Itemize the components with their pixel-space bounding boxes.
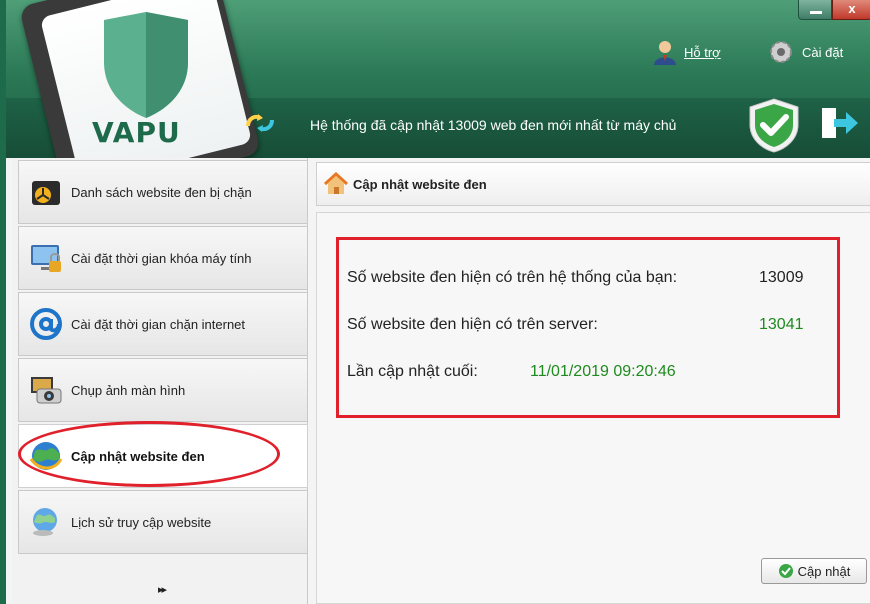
support-person-icon: [654, 41, 676, 65]
logout-icon[interactable]: [818, 104, 860, 142]
sidebar-item-label: Chụp ảnh màn hình: [71, 382, 186, 398]
close-button[interactable]: x: [832, 0, 870, 20]
shield-logo-icon: [104, 12, 188, 118]
app-header: VAPU Hệ thống đã cập nhật 13009 web đen …: [6, 0, 870, 158]
local-count-label: Số website đen hiện có trên hệ thống của…: [347, 269, 678, 286]
more-items-arrow[interactable]: ▸▸: [158, 583, 167, 596]
camera-icon: [31, 377, 62, 404]
refresh-icon[interactable]: [244, 112, 276, 134]
sidebar-item-blocked-list[interactable]: Danh sách website đen bị chặn: [18, 160, 308, 224]
support-link[interactable]: Hỗ trợ: [652, 38, 721, 66]
sidebar: Danh sách website đen bị chặn Cài đặt th…: [12, 158, 308, 604]
server-count-value: 13041: [759, 316, 804, 333]
globe-history-icon: [33, 508, 57, 536]
support-label: Hỗ trợ: [684, 44, 721, 60]
minimize-button[interactable]: [798, 0, 832, 20]
blocked-list-icon: [32, 181, 60, 205]
home-icon: [323, 172, 349, 194]
sidebar-item-update-blacklist[interactable]: Cập nhật website đen: [18, 424, 308, 488]
sidebar-item-label: Lịch sử truy cập website: [71, 514, 212, 530]
update-button-label: Cập nhật: [797, 563, 851, 579]
computer-lock-icon: [31, 245, 61, 272]
last-update-value: 11/01/2019 09:20:46: [530, 363, 676, 380]
page-header: Cập nhật website đen: [316, 162, 870, 206]
local-count-value: 13009: [759, 269, 804, 286]
app-window: VAPU Hệ thống đã cập nhật 13009 web đen …: [0, 0, 870, 604]
sidebar-item-computer-lock[interactable]: Cài đặt thời gian khóa máy tính: [18, 226, 308, 290]
sidebar-item-internet-block[interactable]: Cài đặt thời gian chặn internet: [18, 292, 308, 356]
sidebar-item-screenshot[interactable]: Chụp ảnh màn hình: [18, 358, 308, 422]
sidebar-item-label: Cài đặt thời gian khóa máy tính: [71, 250, 252, 266]
check-circle-icon: [778, 564, 793, 578]
update-status-text: Hệ thống đã cập nhật 13009 web đen mới n…: [310, 117, 677, 133]
gear-icon: [770, 41, 792, 63]
sidebar-item-label: Danh sách website đen bị chặn: [71, 184, 252, 200]
settings-link[interactable]: Cài đặt: [766, 38, 843, 66]
logo-text: VAPU: [92, 116, 181, 149]
server-count-label: Số website đen hiện có trên server:: [347, 316, 598, 333]
settings-label: Cài đặt: [802, 44, 844, 60]
sidebar-item-history[interactable]: Lịch sử truy cập website: [18, 490, 308, 554]
update-button[interactable]: Cập nhật: [761, 558, 867, 584]
shield-check-icon: [749, 98, 799, 153]
at-sign-icon: [30, 308, 62, 340]
last-update-label: Lần cập nhật cuối:: [347, 363, 478, 380]
globe-update-icon: [29, 442, 63, 470]
sidebar-item-label: Cập nhật website đen: [71, 448, 205, 464]
page-title: Cập nhật website đen: [353, 176, 487, 192]
sidebar-item-label: Cài đặt thời gian chặn internet: [71, 316, 246, 332]
